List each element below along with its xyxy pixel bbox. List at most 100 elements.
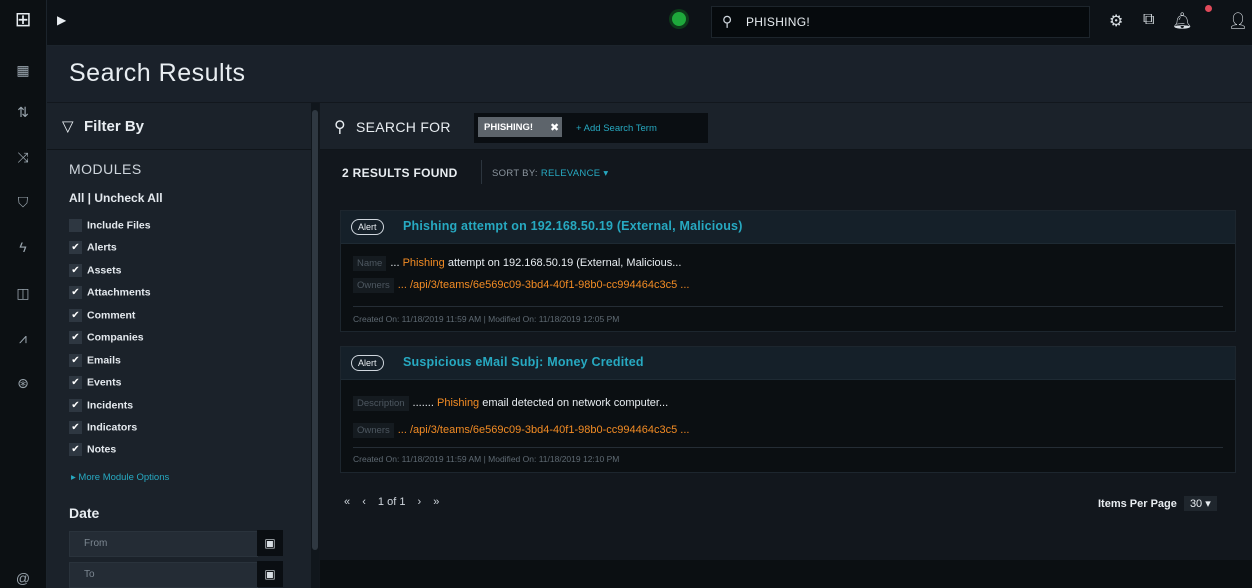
result-owners-row: Owners ... /api/3/teams/6e569c09-3bd4-40f… <box>353 423 689 441</box>
app-logo-icon[interactable]: ⊞ <box>9 9 37 31</box>
calendar-to-icon[interactable]: ▣ <box>257 561 283 587</box>
result-card[interactable]: Alert Phishing attempt on 192.168.50.19 … <box>340 210 1236 332</box>
field-rest: email detected on network computer... <box>479 397 669 409</box>
checkbox-checked[interactable]: ✔ <box>69 399 82 412</box>
search-icon: ⚲ <box>722 13 733 29</box>
at-icon[interactable]: @ <box>0 570 46 586</box>
module-label: Emails <box>87 354 121 367</box>
more-module-options-link[interactable]: ▸ More Module Options <box>71 472 169 483</box>
checkbox-checked[interactable]: ✔ <box>69 331 82 344</box>
result-title-link[interactable]: Suspicious eMail Subj: Money Credited <box>403 355 644 369</box>
first-page-icon[interactable]: « <box>344 496 350 508</box>
date-from-placeholder: From <box>84 538 108 549</box>
filter-heading: Filter By <box>84 118 145 135</box>
calendar-from-icon[interactable]: ▣ <box>257 530 283 556</box>
sort-by-value[interactable]: RELEVANCE <box>541 168 601 179</box>
help-lifebuoy-icon[interactable]: ⊛ <box>0 375 46 392</box>
date-from-field[interactable]: From <box>69 531 258 557</box>
queue-icon[interactable]: ⇅ <box>0 104 46 121</box>
module-checkbox-row[interactable]: ✔ Assets <box>69 264 121 280</box>
filter-header: ▽ Filter By <box>47 103 311 150</box>
module-checkbox-row[interactable]: ✔ Attachments <box>69 286 151 302</box>
module-checkbox-row[interactable]: ✔ Incidents <box>69 399 133 415</box>
last-page-icon[interactable]: » <box>433 496 439 508</box>
module-checkbox-row[interactable]: Include Files <box>69 219 151 235</box>
sort-by-control[interactable]: SORT BY: RELEVANCE ▾ <box>492 168 608 179</box>
sidebar-toggle-icon[interactable]: ▶ <box>57 13 66 27</box>
items-per-page-value[interactable]: 30 <box>1190 498 1202 510</box>
result-meta: Created On: 11/18/2019 11:59 AM | Modifi… <box>353 314 620 324</box>
checkbox-checked[interactable]: ✔ <box>69 264 82 277</box>
prev-page-icon[interactable]: ‹ <box>362 496 366 508</box>
search-terms-box[interactable]: PHISHING! ✖ + Add Search Term <box>474 113 708 143</box>
next-page-icon[interactable]: › <box>418 496 422 508</box>
shuffle-icon[interactable]: ⤨ <box>0 149 46 166</box>
module-checkbox-row[interactable]: ✔ Companies <box>69 331 144 347</box>
more-module-options-label[interactable]: More Module Options <box>78 472 169 483</box>
module-checkbox-row[interactable]: ✔ Alerts <box>69 241 117 257</box>
date-to-field[interactable]: To <box>69 562 258 588</box>
field-prefix: ....... <box>412 397 437 409</box>
field-highlight: Phishing <box>402 257 445 269</box>
filter-panel: ▽ Filter By MODULES All | Uncheck All In… <box>47 103 311 588</box>
checkbox-checked[interactable]: ✔ <box>69 309 82 322</box>
owners-link[interactable]: ... /api/3/teams/6e569c09-3bd4-40f1-98b0… <box>398 279 690 291</box>
results-area: ⚲ SEARCH FOR PHISHING! ✖ + Add Search Te… <box>320 103 1252 560</box>
dashboard-icon[interactable]: ▦ <box>0 62 46 79</box>
title-band: Search Results <box>47 46 1252 102</box>
result-owners-row: Owners ... /api/3/teams/6e569c09-3bd4-40f… <box>353 278 689 296</box>
checkbox-checked[interactable]: ✔ <box>69 443 82 456</box>
filter-scrollbar-thumb[interactable] <box>312 110 318 550</box>
checkbox-checked[interactable]: ✔ <box>69 241 82 254</box>
card-divider <box>353 306 1223 307</box>
caret-down-icon[interactable]: ▾ <box>603 168 608 179</box>
workflow-icon[interactable]: ⧉ <box>1143 11 1154 29</box>
module-checkbox-row[interactable]: ✔ Notes <box>69 443 116 459</box>
owners-link[interactable]: ... /api/3/teams/6e569c09-3bd4-40f1-98b0… <box>398 424 690 436</box>
briefcase-icon[interactable]: ◫ <box>0 285 46 302</box>
shield-icon[interactable]: ⛉ <box>0 194 46 211</box>
all-uncheck-all-link[interactable]: All | Uncheck All <box>69 191 163 205</box>
bell-icon[interactable]: 🔔︎ <box>1172 11 1192 31</box>
module-label: Companies <box>87 331 144 344</box>
left-nav-rail: ⊞ ▦ ⇅ ⤨ ⛉ ϟ ◫ ⩘ ⊛ @ <box>0 0 47 588</box>
settings-gear-icon[interactable]: ⚙ <box>1109 11 1123 31</box>
result-field-row: Name... Phishing attempt on 192.168.50.1… <box>353 256 681 274</box>
items-per-page-select[interactable]: 30 ▾ <box>1183 496 1217 511</box>
page-title: Search Results <box>69 59 246 87</box>
items-per-page: Items Per Page 30 ▾ <box>1098 496 1217 511</box>
global-search-input[interactable]: ⚲ PHISHING! <box>711 6 1090 38</box>
field-rest: attempt on 192.168.50.19 (External, Mali… <box>444 257 682 269</box>
module-label: Assets <box>87 264 122 277</box>
module-badge: Alert <box>351 355 384 371</box>
global-search-value[interactable]: PHISHING! <box>746 15 810 29</box>
search-term-text: PHISHING! <box>484 122 534 133</box>
bolt-icon[interactable]: ϟ <box>0 239 46 255</box>
module-checkbox-row[interactable]: ✔ Comment <box>69 309 135 325</box>
chart-icon[interactable]: ⩘ <box>0 330 46 347</box>
checkbox-checked[interactable]: ✔ <box>69 354 82 367</box>
sort-divider <box>481 160 482 184</box>
checkbox-checked[interactable]: ✔ <box>69 421 82 434</box>
module-label: Comment <box>87 309 136 322</box>
module-label: Events <box>87 376 122 389</box>
search-icon: ⚲ <box>334 119 346 136</box>
add-search-term-input[interactable]: + Add Search Term <box>576 123 657 134</box>
result-card[interactable]: Alert Suspicious eMail Subj: Money Credi… <box>340 346 1236 473</box>
owners-tag: Owners <box>353 278 394 293</box>
user-icon[interactable]: 👤︎ <box>1228 11 1248 31</box>
module-checkbox-row[interactable]: ✔ Emails <box>69 354 121 370</box>
checkbox-checked[interactable]: ✔ <box>69 286 82 299</box>
module-checkbox-row[interactable]: ✔ Events <box>69 376 121 392</box>
pagination: « ‹ 1 of 1 › » <box>344 496 448 508</box>
checkbox-checked[interactable]: ✔ <box>69 376 82 389</box>
result-meta: Created On: 11/18/2019 11:59 AM | Modifi… <box>353 454 620 464</box>
field-tag: Name <box>353 256 387 271</box>
result-title-link[interactable]: Phishing attempt on 192.168.50.19 (Exter… <box>403 219 743 233</box>
search-term-chip: PHISHING! ✖ <box>478 117 562 137</box>
field-highlight: Phishing <box>436 397 480 409</box>
remove-term-icon[interactable]: ✖ <box>550 121 559 134</box>
module-checkbox-row[interactable]: ✔ Indicators <box>69 421 137 437</box>
page-indicator: 1 of 1 <box>377 496 406 508</box>
checkbox-unchecked[interactable] <box>69 219 82 232</box>
